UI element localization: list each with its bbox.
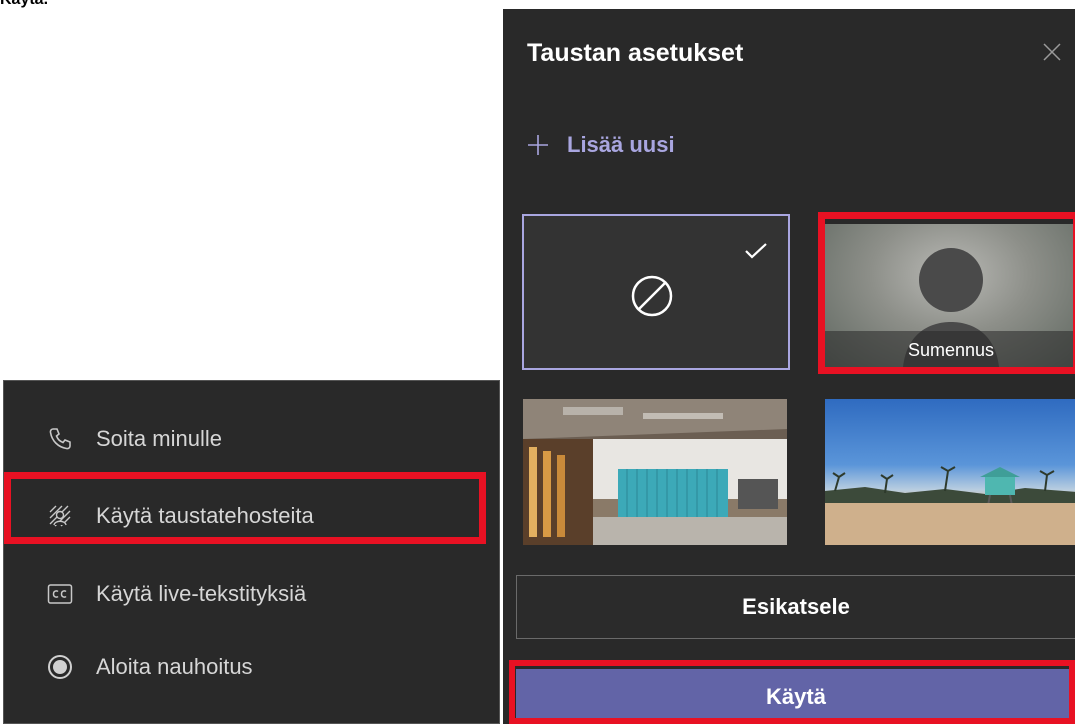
background-option-none[interactable] [522,214,790,370]
background-option-blur[interactable]: Sumennus [825,224,1075,367]
cc-icon [46,580,74,608]
blur-label: Sumennus [825,331,1075,367]
background-settings-panel: Taustan asetukset Lisää uusi Sumennus Es… [503,9,1075,724]
close-icon [1043,43,1061,61]
office-image [523,399,787,545]
beach-image [825,466,1075,545]
plus-icon [527,134,549,156]
phone-icon [46,425,74,453]
panel-title: Taustan asetukset [527,39,744,67]
background-effects-icon [46,502,74,530]
apply-button[interactable]: Käytä [516,669,1075,724]
checkmark-icon [745,243,767,259]
menu-item-start-recording[interactable]: Aloita nauhoitus [4,637,499,697]
close-button[interactable] [1039,39,1065,65]
page-caption: Käytä. [0,0,48,9]
background-option-beach[interactable] [825,399,1075,545]
menu-item-background-effects[interactable]: Käytä taustatehosteita [4,486,499,546]
menu-item-label: Aloita nauhoitus [96,654,253,679]
menu-item-label: Käytä live-tekstityksiä [96,581,307,606]
background-option-office[interactable] [523,399,787,545]
add-new-button[interactable]: Lisää uusi [527,132,675,158]
no-background-icon [631,275,673,317]
add-new-label: Lisää uusi [567,132,675,157]
more-actions-menu: Soita minulle Käytä taustatehosteita Käy… [3,380,500,724]
record-icon [46,653,74,681]
menu-item-label: Soita minulle [96,426,222,451]
preview-button[interactable]: Esikatsele [516,575,1075,639]
menu-item-call-me[interactable]: Soita minulle [4,409,499,469]
menu-item-label: Käytä taustatehosteita [96,503,314,528]
menu-item-live-captions[interactable]: Käytä live-tekstityksiä [4,564,499,624]
